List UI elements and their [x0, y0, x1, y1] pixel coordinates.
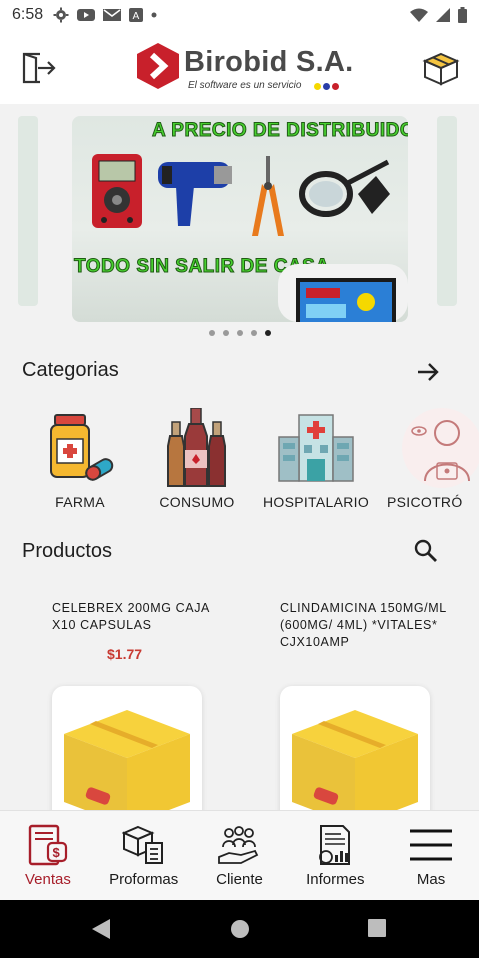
category-label: HOSPITALARIO [262, 494, 370, 510]
nav-cliente[interactable]: Cliente [192, 811, 288, 900]
nav-label: Cliente [216, 871, 263, 888]
battery-icon [458, 7, 467, 23]
laptop-screen-icon [278, 264, 408, 322]
brand-slogan: El software es un servicio [188, 80, 302, 91]
box-package-icon[interactable] [421, 48, 461, 88]
product-image[interactable] [52, 686, 202, 826]
clients-hand-icon [218, 826, 259, 864]
settings-icon [53, 7, 69, 23]
product-image[interactable] [280, 686, 430, 826]
category-consumo[interactable]: CONSUMO [137, 408, 257, 510]
brand-dot-red [332, 83, 339, 90]
promo-carousel[interactable]: A PRECIO DE DISTRIBUIDOR TODO SIN SALIR [0, 104, 479, 349]
signal-icon [436, 8, 450, 22]
magnifier-lamp-icon [299, 159, 390, 217]
brand-dot-yellow [314, 83, 321, 90]
product-card[interactable]: CELEBREX 200MG CAJA X10 CAPSULAS $1.77 [52, 600, 232, 826]
category-psicotropicos[interactable]: PSICOTRÓ [382, 408, 479, 510]
nav-mas[interactable]: Mas [383, 811, 479, 900]
svg-text:$: $ [52, 845, 60, 860]
category-hospitalario[interactable]: HOSPITALARIO [256, 408, 376, 510]
multimeter-icon [92, 154, 142, 228]
reports-icon [319, 825, 351, 865]
bottles-icon [167, 408, 226, 487]
logout-icon[interactable] [18, 48, 58, 88]
categories-list: FARMA CONSUMO HOSPITALARIO PSICOTRÓ [0, 408, 479, 518]
category-farma[interactable]: FARMA [20, 408, 140, 510]
proforma-boxes-icon [121, 825, 163, 864]
product-name: CELEBREX 200MG CAJA X10 CAPSULAS [52, 601, 210, 632]
arrow-right-icon[interactable] [415, 359, 441, 385]
banner-headline-top: A PRECIO DE DISTRIBUIDOR [151, 120, 408, 142]
carousel-dot-active[interactable] [264, 330, 271, 336]
system-navigation-bar [0, 900, 479, 958]
products-title: Productos [22, 540, 113, 562]
carousel-dot[interactable] [222, 330, 229, 336]
psychotropic-icon [411, 420, 470, 482]
medicine-bottle-icon [50, 414, 114, 481]
app-a-icon: A [129, 8, 144, 22]
brand-name: Birobid S.A. [184, 46, 354, 78]
product-name: CLINDAMICINA 150MG/ML (600MG/ 4ML) *VITA… [280, 601, 447, 649]
carousel-slide-active[interactable]: A PRECIO DE DISTRIBUIDOR TODO SIN SALIR [72, 116, 408, 322]
hospital-icon [278, 414, 354, 482]
search-icon[interactable] [413, 538, 439, 564]
carousel-dot[interactable] [236, 330, 243, 336]
nav-informes[interactable]: Informes [287, 811, 383, 900]
package-box-icon [292, 710, 418, 826]
carousel-indicators [0, 330, 479, 336]
nav-proformas[interactable]: Proformas [96, 811, 192, 900]
back-icon[interactable] [92, 919, 110, 939]
status-time: 6:58 [12, 6, 44, 23]
app-header: Birobid S.A. El software es un servicio [0, 30, 479, 104]
product-price: $1.77 [107, 646, 143, 662]
nav-label: Ventas [24, 871, 71, 888]
svg-text:A: A [133, 11, 140, 22]
carousel-next-slide[interactable] [437, 116, 457, 306]
category-label: FARMA [55, 494, 105, 510]
hamburger-menu-icon [410, 829, 453, 861]
birobid-logo-icon [137, 43, 179, 89]
heat-gun-icon [158, 162, 232, 226]
package-box-icon [64, 710, 190, 826]
recents-icon[interactable] [368, 919, 386, 937]
carousel-prev-slide[interactable] [18, 116, 38, 306]
gmail-icon [103, 9, 122, 21]
status-bar: 6:58 A [0, 0, 479, 30]
wifi-icon [410, 8, 428, 22]
category-label: PSICOTRÓ [387, 494, 463, 510]
brand-dots [314, 83, 339, 90]
home-icon[interactable] [230, 919, 250, 939]
carousel-dot[interactable] [208, 330, 215, 336]
sales-invoice-icon: $ [28, 824, 67, 866]
brand-dot-blue [323, 83, 330, 90]
dot-icon [151, 12, 157, 18]
nav-label: Mas [416, 871, 446, 888]
nav-label: Informes [306, 871, 365, 888]
nav-label: Proformas [109, 871, 179, 888]
nav-ventas[interactable]: $ Ventas [0, 811, 96, 900]
status-notification-icons: A [53, 7, 157, 23]
pliers-icon [252, 156, 284, 236]
bottom-navigation: $ Ventas Proformas Cliente Informes Mas [0, 810, 479, 900]
carousel-dot[interactable] [250, 330, 257, 336]
category-label: CONSUMO [159, 494, 235, 510]
categories-title: Categorias [22, 359, 119, 381]
product-card[interactable]: CLINDAMICINA 150MG/ML (600MG/ 4ML) *VITA… [280, 600, 460, 826]
youtube-icon [77, 9, 96, 21]
company-logo: Birobid S.A. El software es un servicio [136, 40, 354, 96]
